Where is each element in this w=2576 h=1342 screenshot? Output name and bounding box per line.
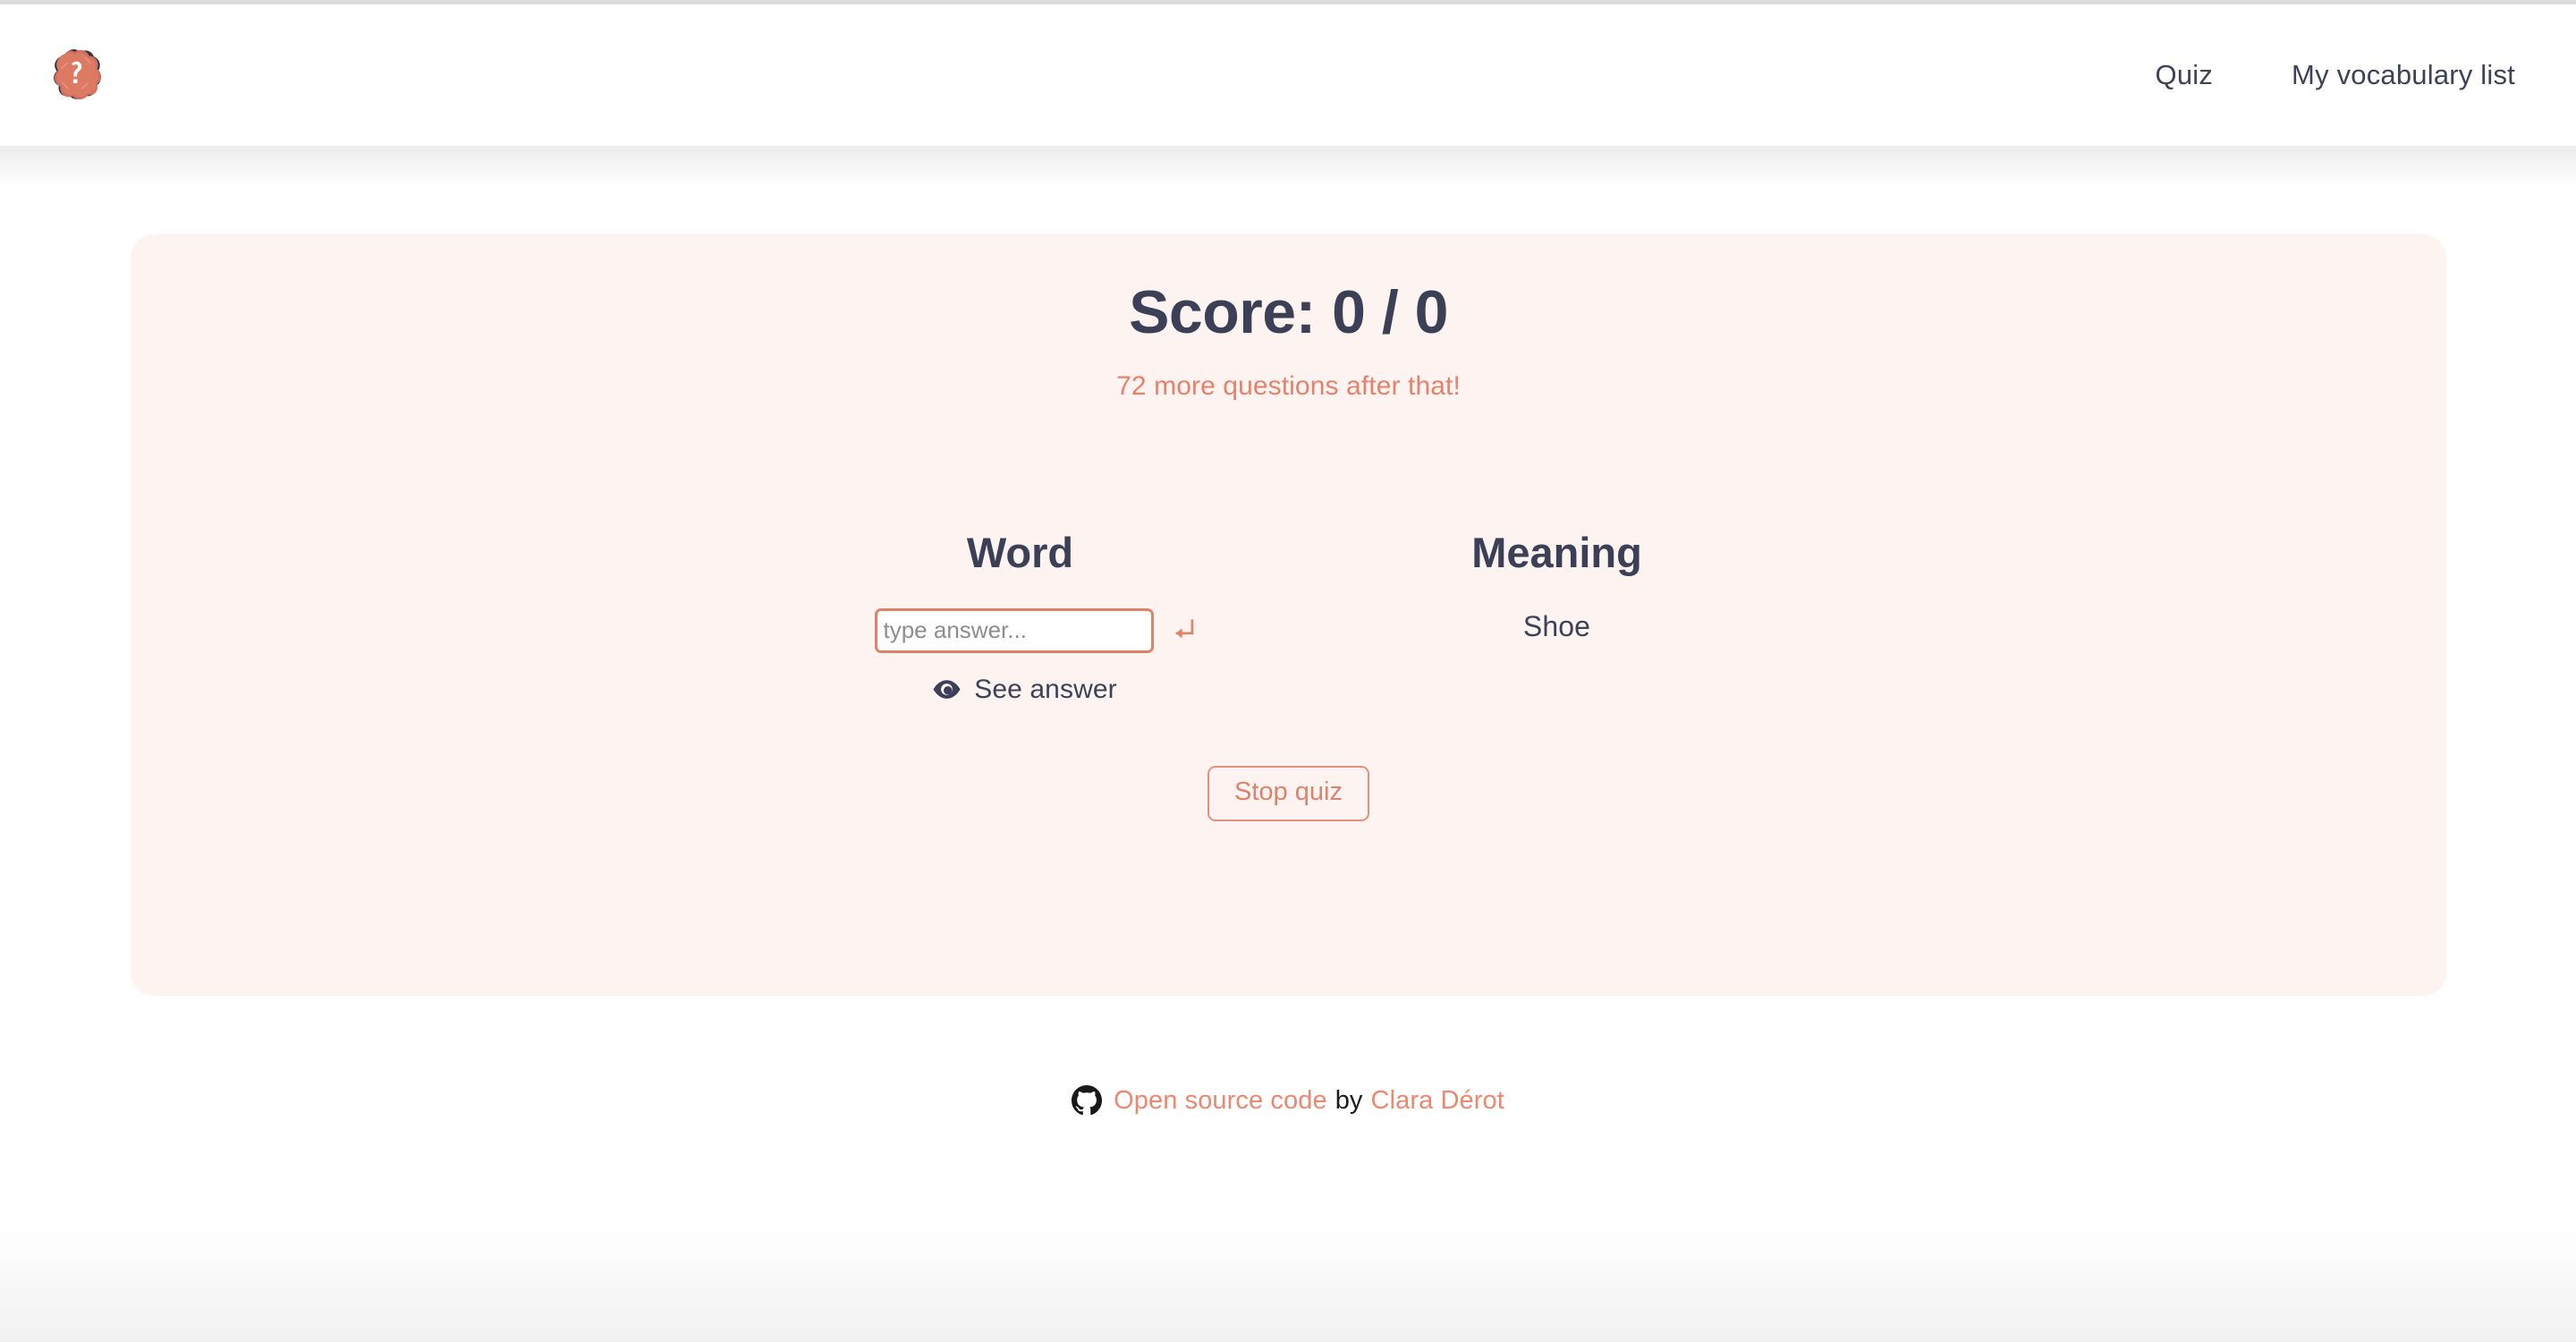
eye-icon xyxy=(933,680,961,699)
meaning-column: Meaning Shoe xyxy=(1289,530,1826,643)
stop-quiz-button[interactable]: Stop quiz xyxy=(1208,766,1369,821)
word-heading: Word xyxy=(966,529,1074,576)
remaining-questions-text: 72 more questions after that! xyxy=(1116,371,1461,402)
answer-input[interactable] xyxy=(874,607,1154,653)
question-mark-logo-icon xyxy=(54,49,102,100)
header-shadow xyxy=(0,146,2576,187)
question-answer-columns: Word See answer xyxy=(131,530,2446,709)
page-bottom-fade xyxy=(0,1226,2576,1342)
meaning-heading: Meaning xyxy=(1471,529,1642,576)
answer-input-row xyxy=(752,607,1289,653)
nav-item-quiz[interactable]: Quiz xyxy=(2116,50,2253,100)
site-header: Quiz My vocabulary list xyxy=(0,4,2576,146)
page-viewport: Quiz My vocabulary list Score: 0 / 0 72 … xyxy=(0,0,2576,1342)
open-source-code-link[interactable]: Open source code xyxy=(1114,1086,1327,1116)
github-icon xyxy=(1072,1085,1103,1116)
site-footer: Open source code by Clara Dérot xyxy=(0,1085,2576,1116)
footer-by-label: by xyxy=(1335,1085,1363,1115)
score-block: Score: 0 / 0 72 more questions after tha… xyxy=(131,234,2446,402)
main-navigation: Quiz My vocabulary list xyxy=(2116,50,2534,100)
nav-item-vocabulary-list[interactable]: My vocabulary list xyxy=(2252,50,2533,100)
meaning-value: Shoe xyxy=(1522,609,1591,642)
stop-quiz-wrapper: Stop quiz xyxy=(131,766,2446,821)
author-link[interactable]: Clara Dérot xyxy=(1371,1086,1504,1116)
score-title: Score: 0 / 0 xyxy=(1129,278,1448,346)
quiz-card: Score: 0 / 0 72 more questions after tha… xyxy=(131,234,2446,996)
enter-return-arrow-icon xyxy=(1175,619,1193,639)
word-column: Word See answer xyxy=(752,530,1289,709)
see-answer-button[interactable]: See answer xyxy=(923,674,1117,705)
see-answer-label: See answer xyxy=(974,674,1117,704)
brand-logo[interactable] xyxy=(43,42,109,108)
